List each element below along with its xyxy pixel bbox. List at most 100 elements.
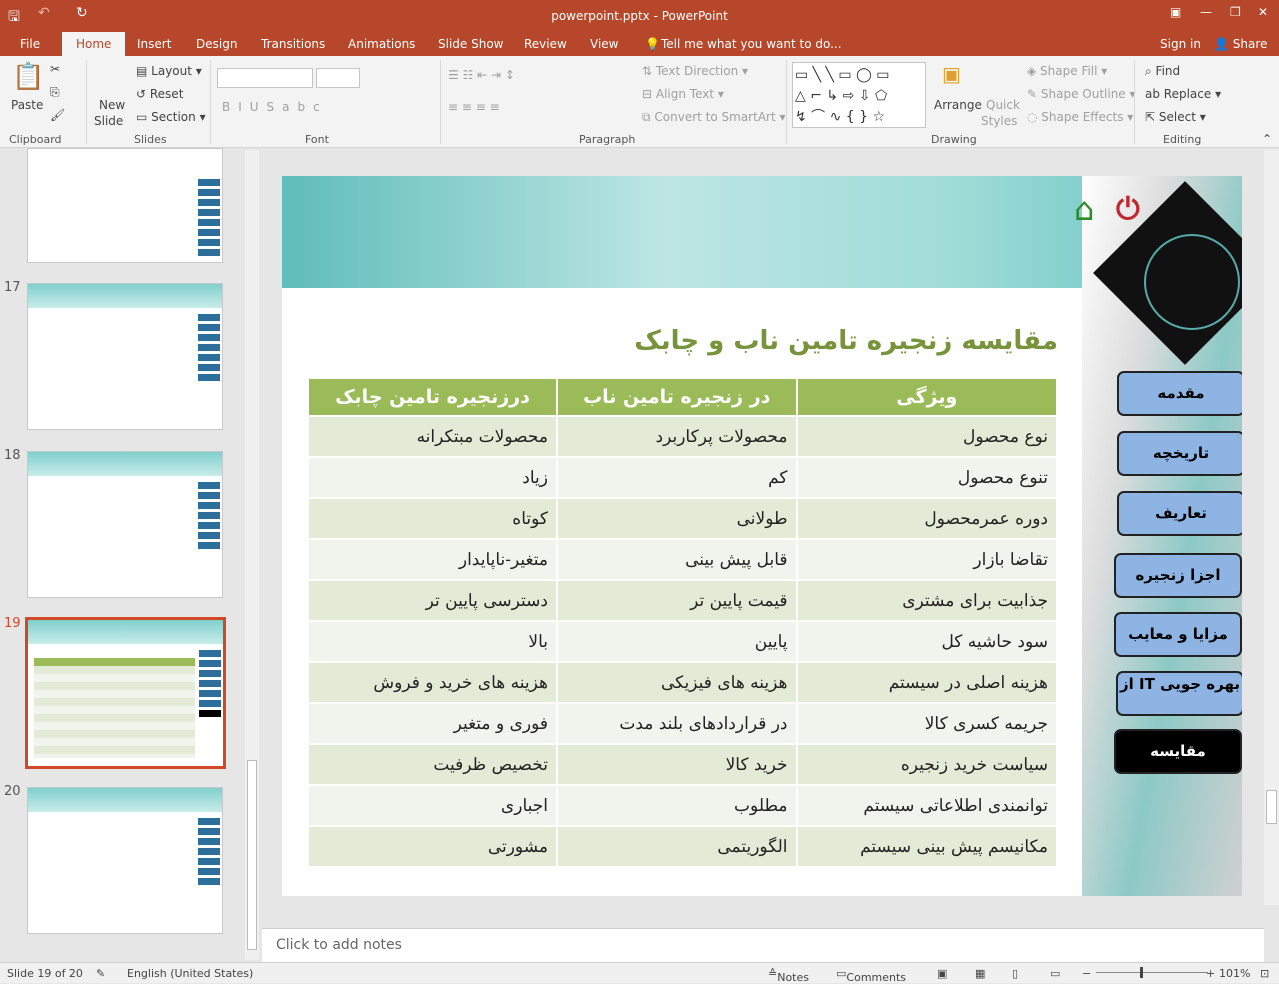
zoom-slider-thumb[interactable] <box>1140 967 1143 978</box>
copy-icon[interactable]: ⎘ <box>50 85 60 100</box>
user-icon: 👤 <box>1214 37 1229 51</box>
table-cell: دسترسی پایین تر <box>307 579 558 622</box>
table-row: سیاست خرید زنجیره خرید کالا تخصیص ظرفیت <box>307 743 1059 786</box>
text-direction-button[interactable]: ⇅ Text Direction ▾ <box>642 64 748 78</box>
tab-insert[interactable]: Insert <box>137 37 171 51</box>
tab-home[interactable]: Home <box>62 32 126 56</box>
slide-show-icon[interactable]: ▭ <box>1050 967 1060 980</box>
tab-review[interactable]: Review <box>524 37 567 51</box>
ribbon: 📋 Paste ✂ ⎘ 🖌 Clipboard New Slide ▤ Layo… <box>0 56 1279 148</box>
shape-fill-button[interactable]: ◈ Shape Fill ▾ <box>1027 64 1107 78</box>
zoom-level[interactable]: 101% <box>1219 967 1250 980</box>
table-cell: سود حاشیه کل <box>795 620 1059 663</box>
tab-transitions[interactable]: Transitions <box>261 37 325 51</box>
font-format-buttons[interactable]: BIUSabc <box>222 100 328 114</box>
quick-styles-button[interactable]: Quick <box>986 98 1020 112</box>
language-indicator[interactable]: English (United States) <box>127 967 253 980</box>
slide-thumbnail-16[interactable] <box>27 148 223 263</box>
shape-outline-button[interactable]: ✎ Shape Outline ▾ <box>1027 87 1136 101</box>
slide-thumbnail-17[interactable] <box>27 283 223 430</box>
nav-button-it[interactable]: بهره جویی IT از <box>1116 671 1242 716</box>
tab-file[interactable]: File <box>20 37 40 51</box>
slide-scrollbar[interactable] <box>1264 150 1279 905</box>
share-button[interactable]: 👤 Share <box>1214 37 1267 51</box>
nav-button-components[interactable]: اجزا زنجیره <box>1114 553 1242 598</box>
section-button[interactable]: ▭ Section ▾ <box>136 110 206 124</box>
slide-canvas[interactable]: ⌂ ⏻ مقایسه زنجیره تامین ناب و چابک ویژگی… <box>282 176 1242 896</box>
slide-thumbnail-20[interactable] <box>27 787 223 934</box>
format-painter-icon[interactable]: 🖌 <box>50 108 65 122</box>
smartart-button[interactable]: ⧉ Convert to SmartArt ▾ <box>642 110 786 125</box>
maximize-icon[interactable]: ❐ <box>1230 5 1241 19</box>
table-row: مکانیسم پیش بینی سیستم الگوریتمی مشورتی <box>307 825 1059 868</box>
home-icon[interactable]: ⌂ <box>1074 190 1094 228</box>
nav-button-pros-cons[interactable]: مزایا و معایب <box>1114 612 1242 657</box>
nav-button-intro[interactable]: مقدمه <box>1117 371 1242 416</box>
zoom-slider[interactable] <box>1096 972 1208 973</box>
table-row: تقاضا بازار قابل پیش بینی متغیر-ناپایدار <box>307 538 1059 581</box>
thumbnail-scrollbar[interactable] <box>245 150 259 960</box>
zoom-out-icon[interactable]: − <box>1082 967 1091 980</box>
fit-slide-icon[interactable]: ⊡ <box>1260 967 1269 980</box>
slide-thumbnail-18[interactable] <box>27 451 223 598</box>
table-row: نوع محصول محصولات پرکاربرد محصولات مبتکران… <box>307 415 1059 458</box>
slide-number: 18 <box>4 448 21 463</box>
layout-label: Layout <box>151 64 192 78</box>
nav-button-definitions[interactable]: تعاریف <box>1117 491 1242 536</box>
layout-button[interactable]: ▤ Layout ▾ <box>136 64 202 78</box>
tab-animations[interactable]: Animations <box>348 37 415 51</box>
shape-outline-label: Shape Outline <box>1040 87 1126 101</box>
tell-me-search[interactable]: Tell me what you want to do... <box>661 37 842 51</box>
tab-slide-show[interactable]: Slide Show <box>438 37 503 51</box>
slide-sorter-icon[interactable]: ▦ <box>975 967 985 980</box>
close-icon[interactable]: ✕ <box>1258 5 1268 19</box>
table-cell: در قراردادهای بلند مدت <box>555 702 798 745</box>
select-label: Select <box>1158 110 1196 124</box>
table-cell: اجباری <box>307 784 558 827</box>
tab-view[interactable]: View <box>590 37 618 51</box>
replace-label: Replace <box>1163 87 1212 101</box>
cut-icon[interactable]: ✂ <box>50 62 60 76</box>
new-slide-button[interactable]: New <box>99 98 125 112</box>
find-label: Find <box>1155 64 1181 78</box>
align-icons[interactable]: ≡ ≡ ≡ ≡ <box>448 100 500 114</box>
normal-view-icon[interactable]: ▣ <box>937 967 947 980</box>
tab-design[interactable]: Design <box>196 37 237 51</box>
replace-button[interactable]: ab Replace ▾ <box>1145 87 1221 101</box>
nav-button-history[interactable]: تاریخچه <box>1117 431 1242 476</box>
reading-view-icon[interactable]: ▯ <box>1012 967 1018 980</box>
zoom-in-icon[interactable]: + <box>1206 967 1215 980</box>
table-cell: توانمندی اطلاعاتی سیستم <box>795 784 1059 827</box>
arrange-button[interactable]: Arrange <box>934 98 982 112</box>
shapes-gallery[interactable]: ▭ ╲ ╲ ▭ ◯ ▭ △ ⌐ ↳ ⇨ ⇩ ⬠ ↯ ⌒ ∿ { } ☆ <box>792 62 926 128</box>
spelling-icon[interactable]: ✎ <box>96 967 105 980</box>
ribbon-options-icon[interactable]: ▣ <box>1170 5 1181 19</box>
nav-button-comparison[interactable]: مقایسه <box>1114 729 1242 774</box>
collapse-ribbon-icon[interactable]: ⌃ <box>1262 132 1272 146</box>
notes-button[interactable]: ≙ Notes <box>768 967 809 984</box>
table-cell: پایین <box>555 620 798 663</box>
shape-effects-button[interactable]: ◌ Shape Effects ▾ <box>1027 110 1133 124</box>
bullets-icon[interactable]: ☰ ☷ ⇤ ⇥ ↕ <box>448 68 515 82</box>
font-size-box[interactable] <box>316 68 360 88</box>
find-button[interactable]: ⌕ Find <box>1145 64 1180 79</box>
sign-in-link[interactable]: Sign in <box>1160 37 1201 51</box>
slide-thumbnail-19[interactable] <box>25 617 226 769</box>
table-cell: محصولات پرکاربرد <box>555 415 798 458</box>
table-cell: الگوریتمی <box>555 825 798 868</box>
select-button[interactable]: ⇱ Select ▾ <box>1145 110 1206 124</box>
font-name-box[interactable] <box>217 68 313 88</box>
lightbulb-icon: 💡 <box>645 37 660 51</box>
slide-thumbnail-pane: 17 18 19 20 <box>0 148 262 962</box>
align-text-label: Align Text <box>655 87 715 101</box>
table-row: جریمه کسری کالا در قراردادهای بلند مدت فور… <box>307 702 1059 745</box>
minimize-icon[interactable]: — <box>1200 5 1212 19</box>
paste-button[interactable]: Paste <box>11 98 43 112</box>
table-cell: جذابیت برای مشتری <box>795 579 1059 622</box>
align-text-button[interactable]: ⊟ Align Text ▾ <box>642 87 724 101</box>
window-title: powerpoint.pptx - PowerPoint <box>551 9 728 23</box>
reset-button[interactable]: ↺ Reset <box>136 87 183 101</box>
notes-pane[interactable]: Click to add notes <box>262 928 1264 962</box>
power-icon[interactable]: ⏻ <box>1116 192 1140 227</box>
comments-button[interactable]: ▭ Comments <box>836 967 906 984</box>
